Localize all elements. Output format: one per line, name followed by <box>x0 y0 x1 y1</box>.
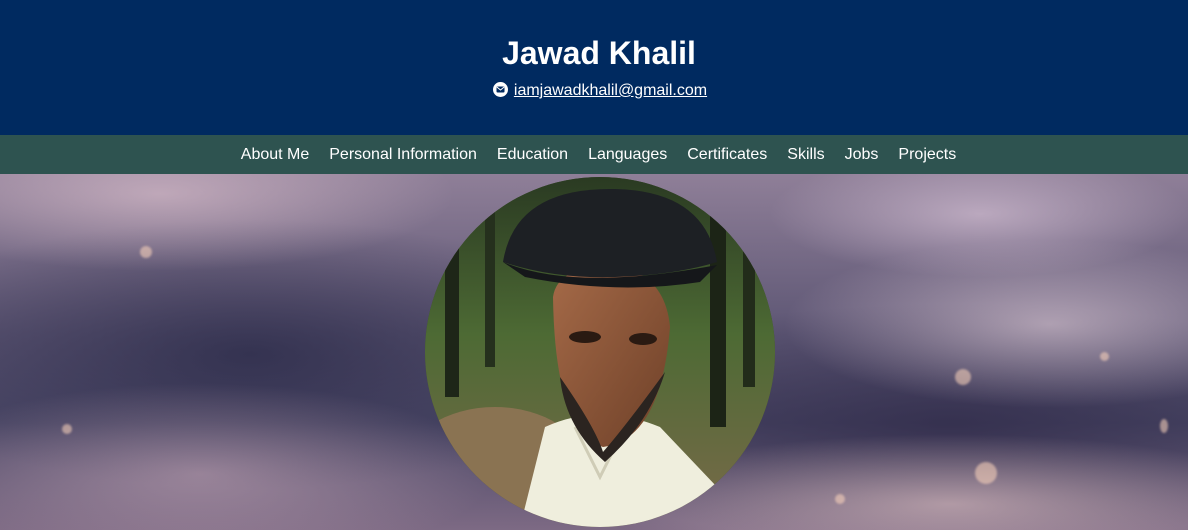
bokeh-light <box>975 462 997 484</box>
page-header: Jawad Khalil iamjawadkhalil@gmail.com <box>0 0 1188 135</box>
nav-item-about-me[interactable]: About Me <box>231 135 319 174</box>
nav-item-skills[interactable]: Skills <box>777 135 834 174</box>
bokeh-light <box>1100 352 1109 361</box>
contact-line: iamjawadkhalil@gmail.com <box>0 81 1188 101</box>
nav-item-languages[interactable]: Languages <box>578 135 677 174</box>
nav-item-jobs[interactable]: Jobs <box>835 135 889 174</box>
profile-photo <box>425 177 775 527</box>
nav-item-certificates[interactable]: Certificates <box>677 135 777 174</box>
nav-list: About Me Personal Information Education … <box>222 135 966 174</box>
main-nav: About Me Personal Information Education … <box>0 135 1188 174</box>
bokeh-light <box>140 246 152 258</box>
bokeh-light <box>955 369 971 385</box>
email-link[interactable]: iamjawadkhalil@gmail.com <box>514 82 707 99</box>
envelope-icon <box>492 82 508 97</box>
bokeh-light <box>1160 419 1168 433</box>
bokeh-light <box>835 494 845 504</box>
nav-item-personal-information[interactable]: Personal Information <box>319 135 487 174</box>
nav-item-projects[interactable]: Projects <box>888 135 966 174</box>
bokeh-light <box>62 424 72 434</box>
nav-item-education[interactable]: Education <box>487 135 578 174</box>
site-title: Jawad Khalil <box>502 35 696 71</box>
